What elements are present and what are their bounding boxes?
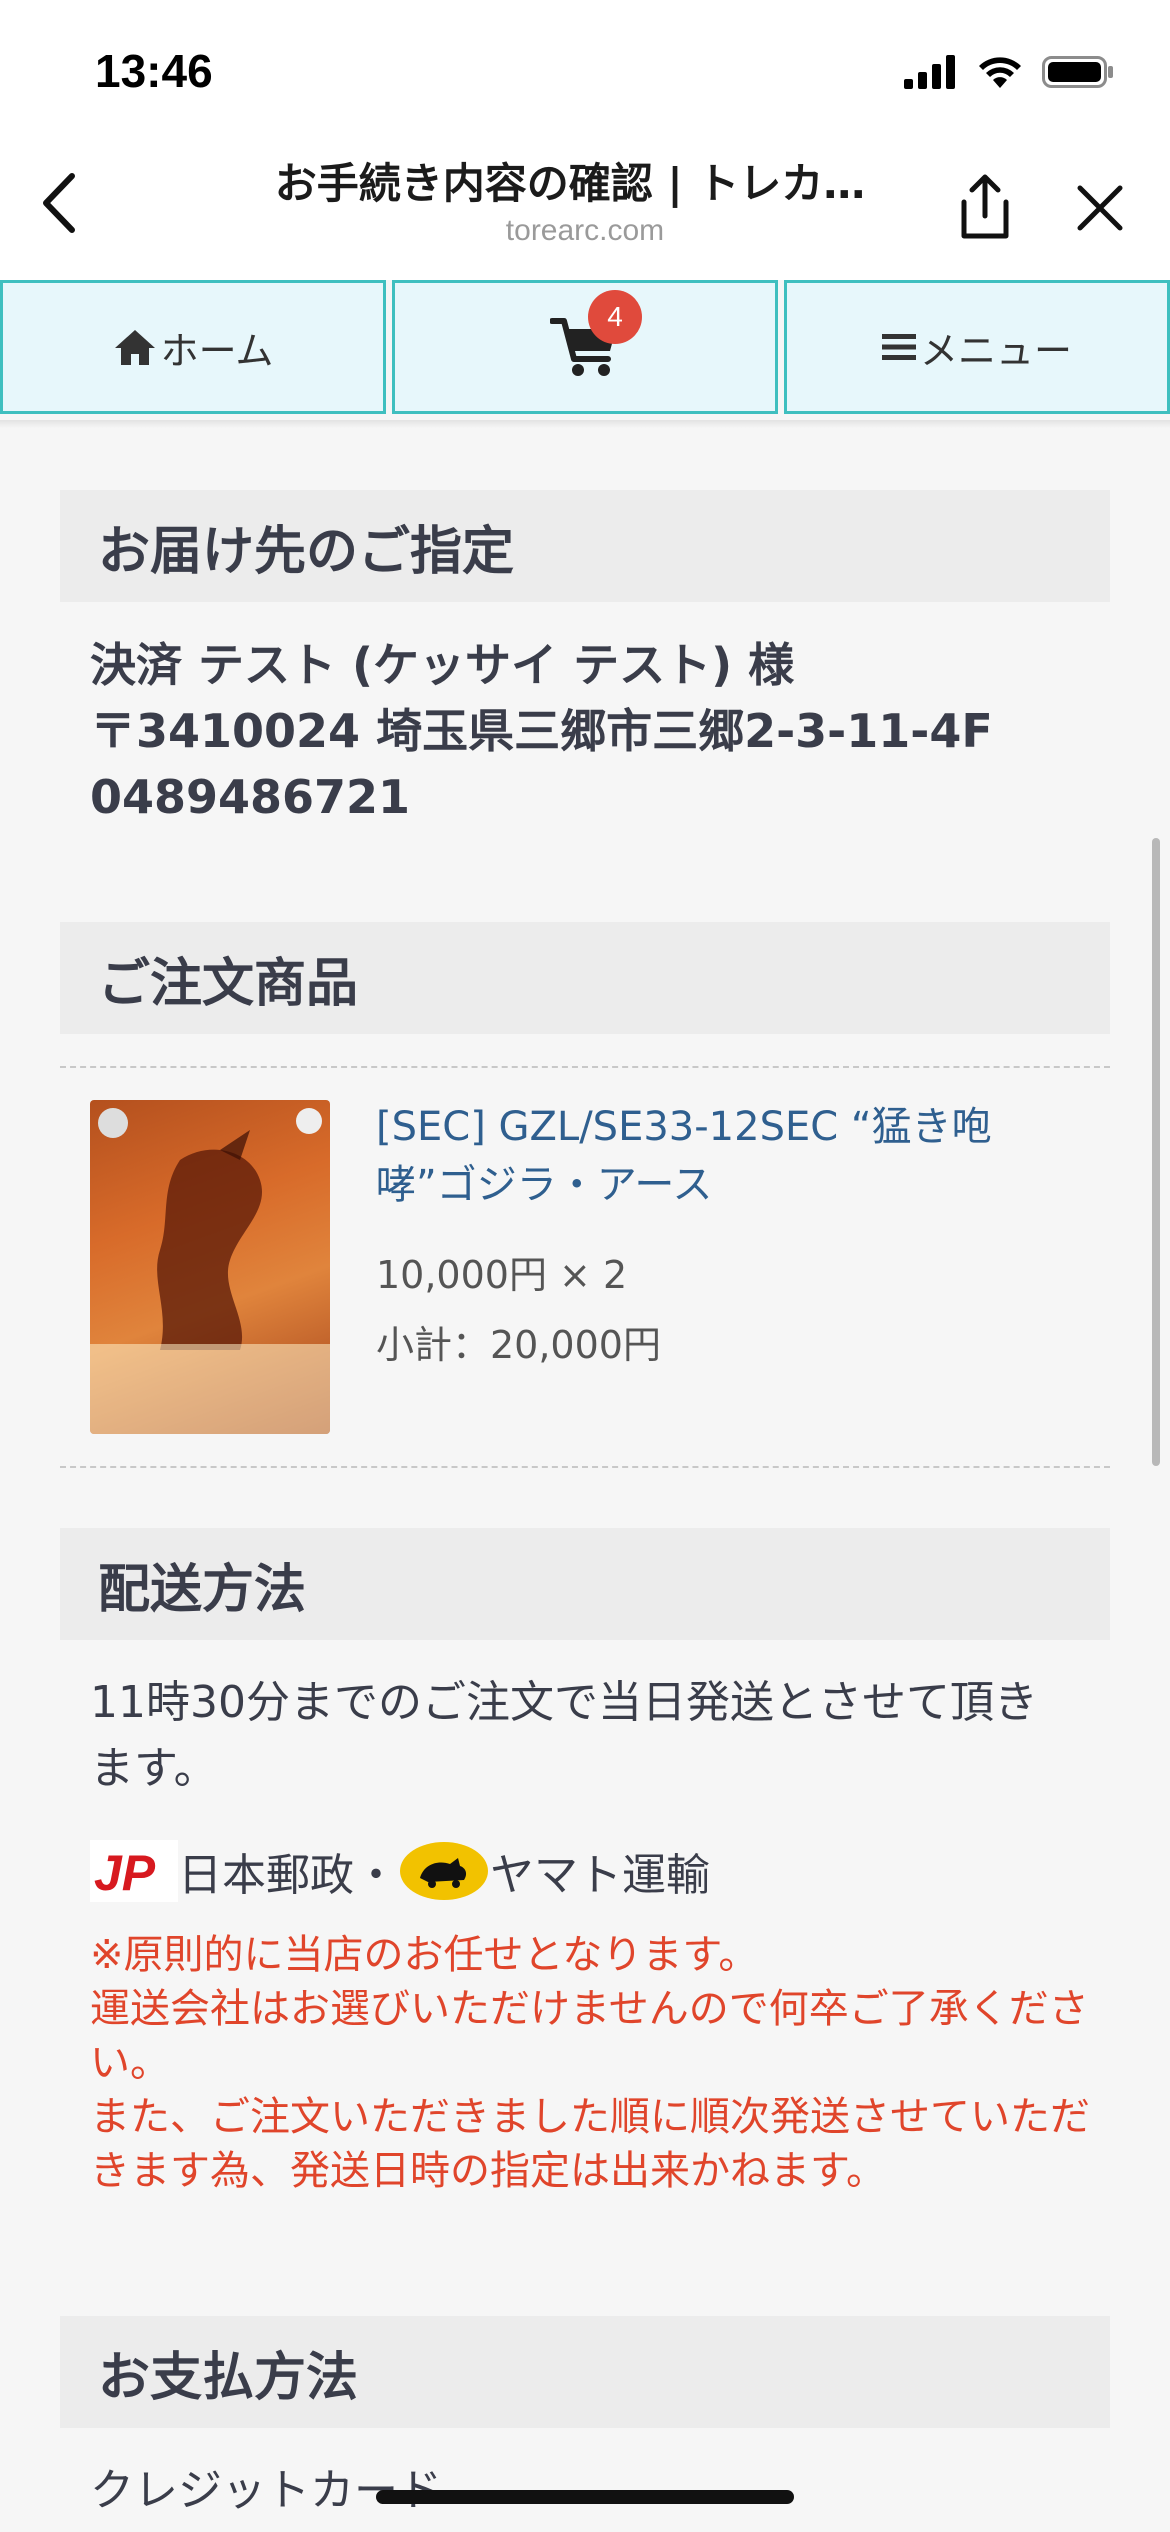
wifi-icon xyxy=(979,57,1021,88)
page-title: お手続き内容の確認 | トレカ… xyxy=(274,159,866,208)
close-button[interactable] xyxy=(1070,178,1140,248)
shipping-address-block: 決済 テスト (ケッサイ テスト) 様 〒3410024 埼玉県三郷市三郷2-3… xyxy=(90,632,993,830)
product-name-link[interactable]: [SEC] GZL/SE33-12SEC “猛き咆哮”ゴジラ・アース xyxy=(376,1098,1076,1214)
hamburger-icon xyxy=(881,332,916,362)
menu-tab[interactable]: メニュー xyxy=(784,280,1170,414)
delivery-heading: 配送方法 xyxy=(60,1528,1110,1640)
card-text-box xyxy=(90,1344,330,1434)
delivery-notice: ※原則的に当店のお任せとなります。 運送会社はお選びいただけませんので何卒ご了承… xyxy=(90,1928,1090,2198)
page-url: torearc.com xyxy=(505,214,665,247)
recipient-address: 〒3410024 埼玉県三郷市三郷2-3-11-4F xyxy=(90,704,993,758)
share-icon xyxy=(961,174,1009,239)
carrier-japan-post: 日本郵政・ xyxy=(178,1850,398,1901)
japan-post-logo: JP xyxy=(90,1840,178,1902)
delivery-description: 11時30分までのご注文で当日発送とさせて頂きます。 xyxy=(90,1677,1038,1794)
divider xyxy=(0,420,1170,428)
menu-tab-label: メニュー xyxy=(919,328,1072,373)
delivery-notice-line: また、ご注文いただきました順に順次発送させていただきます為、発送日時の指定は出来… xyxy=(90,2094,1090,2194)
payment-heading: お支払方法 xyxy=(60,2316,1110,2428)
carriers-line: JP 日本郵政・ ヤマト運輸 xyxy=(90,1836,710,1906)
site-nav: ホーム 4 メニュー xyxy=(0,280,1170,420)
divider xyxy=(60,1066,1110,1068)
yamato-logo xyxy=(400,1842,488,1900)
recipient-name: 決済 テスト (ケッサイ テスト) 様 xyxy=(90,638,795,692)
cart-count-badge: 4 xyxy=(588,290,642,344)
card-level-icon xyxy=(98,1108,128,1138)
back-button[interactable] xyxy=(30,168,90,238)
status-bar: 13:46 xyxy=(0,0,1170,140)
product-price-qty: 10,000円 × 2 xyxy=(376,1253,628,1297)
order-items-heading: ご注文商品 xyxy=(60,922,1110,1034)
carrier-yamato: ヤマト運輸 xyxy=(490,1850,710,1901)
close-icon xyxy=(1077,185,1123,231)
battery-icon xyxy=(1042,56,1113,88)
home-indicator[interactable] xyxy=(376,2490,794,2504)
share-button[interactable] xyxy=(950,172,1020,242)
svg-text:JP: JP xyxy=(94,1845,156,1901)
home-tab[interactable]: ホーム xyxy=(0,280,386,414)
product-image[interactable] xyxy=(90,1100,330,1434)
status-icons xyxy=(904,52,1114,92)
divider xyxy=(60,1466,1110,1468)
cart-tab[interactable] xyxy=(392,280,778,414)
status-time: 13:46 xyxy=(95,45,213,97)
payment-method: クレジットカード xyxy=(90,2465,442,2516)
delivery-notice-line: ※原則的に当店のお任せとなります。 xyxy=(90,1932,759,1978)
recipient-phone: 0489486721 xyxy=(90,770,411,824)
home-tab-label: ホーム xyxy=(160,328,274,373)
chevron-left-icon xyxy=(43,173,75,233)
home-icon xyxy=(113,327,157,367)
card-trigger-icon xyxy=(296,1108,322,1134)
godzilla-card-art xyxy=(157,1130,263,1350)
scrollbar[interactable] xyxy=(1152,838,1160,1466)
shipping-address-heading: お届け先のご指定 xyxy=(60,490,1110,602)
signal-icon xyxy=(904,55,955,89)
delivery-notice-line: 運送会社はお選びいただけませんので何卒ご了承ください。 xyxy=(90,1986,1089,2086)
product-subtotal: 小計：20,000円 xyxy=(376,1323,661,1367)
